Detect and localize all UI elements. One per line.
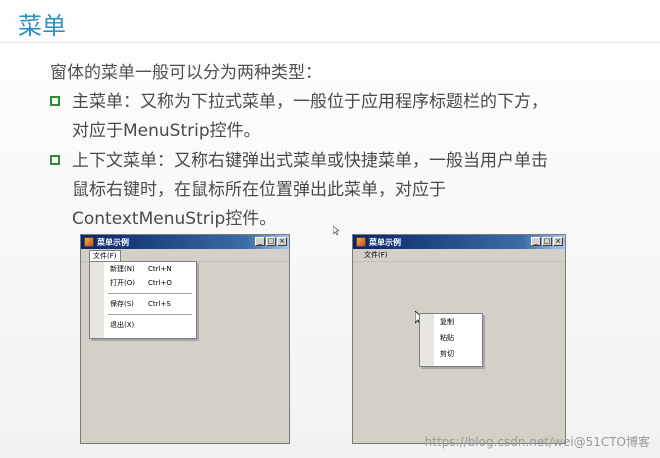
app-icon [84, 237, 94, 247]
minimize-button[interactable]: _ [531, 237, 541, 246]
menu-item-shortcut: Ctrl+S [148, 300, 171, 308]
maximize-button[interactable]: □ [542, 237, 552, 246]
menu-item-label: 打开(O) [110, 279, 135, 287]
window-title: 菜单示例 [97, 237, 129, 247]
maximize-button[interactable]: □ [266, 237, 276, 246]
bullet-box-icon [50, 96, 60, 106]
context-menu: 复制 粘贴 剪切 [419, 313, 483, 367]
bullet-text: 对应于MenuStrip控件。 [72, 121, 261, 141]
menu-item-open[interactable]: 打开(O) Ctrl+O [90, 276, 196, 290]
bullet-text: 主菜单：又称为下拉式菜单，一般位于应用程序标题栏的下方， [72, 92, 548, 112]
menu-item-label: 退出(X) [110, 321, 135, 329]
menu-item-label: 保存(S) [110, 300, 134, 308]
window-controls: _ □ × [531, 237, 563, 246]
main-menu-window: 菜单示例 _ □ × 文件(F) 新建(N) Ctrl+N 打开(O) Ctrl… [80, 234, 290, 444]
menu-separator [108, 314, 192, 315]
menu-file[interactable]: 文件(F) [361, 250, 391, 260]
menu-gutter [420, 314, 434, 366]
minimize-button[interactable]: _ [255, 237, 265, 246]
window-titlebar[interactable]: 菜单示例 _ □ × [353, 235, 565, 249]
menu-item-label: 新建(N) [110, 265, 135, 273]
close-button[interactable]: × [277, 237, 287, 246]
context-menu-window: 菜单示例 _ □ × 文件(F) 复制 粘贴 剪切 [352, 234, 566, 444]
menu-separator [108, 293, 192, 294]
bullet-text: 上下文菜单：又称右键弹出式菜单或快捷菜单，一般当用户单击 [72, 151, 548, 171]
mouse-pointer-icon [333, 226, 339, 235]
window-titlebar[interactable]: 菜单示例 _ □ × [81, 235, 289, 249]
slide-title: 菜单 [18, 12, 66, 40]
intro-text: 窗体的菜单一般可以分为两种类型： [50, 63, 322, 83]
menu-bar: 文件(F) [353, 249, 565, 262]
watermark: https://blog.csdn.net/wei@51CTO博客 [424, 435, 650, 449]
bullet-main-menu: 主菜单：又称为下拉式菜单，一般位于应用程序标题栏的下方， 对应于MenuStri… [50, 88, 640, 146]
bullet-box-icon [50, 155, 60, 165]
bullet-text: 鼠标右键时，在鼠标所在位置弹出此菜单，对应于 [72, 180, 446, 200]
window-controls: _ □ × [255, 237, 287, 246]
file-dropdown-menu: 新建(N) Ctrl+N 打开(O) Ctrl+O 保存(S) Ctrl+S 退… [89, 261, 197, 339]
menu-file[interactable]: 文件(F) [89, 249, 121, 261]
bullet-context-menu: 上下文菜单：又称右键弹出式菜单或快捷菜单，一般当用户单击 鼠标右键时，在鼠标所在… [50, 147, 640, 234]
slide: 菜单 窗体的菜单一般可以分为两种类型： 主菜单：又称为下拉式菜单，一般位于应用程… [0, 0, 660, 458]
menu-item-shortcut: Ctrl+O [148, 279, 172, 287]
window-title: 菜单示例 [369, 237, 401, 247]
title-divider [0, 42, 660, 43]
menu-item-shortcut: Ctrl+N [148, 265, 172, 273]
menu-item-exit[interactable]: 退出(X) [90, 318, 196, 332]
menu-item-new[interactable]: 新建(N) Ctrl+N [90, 262, 196, 276]
close-button[interactable]: × [553, 237, 563, 246]
menu-item-save[interactable]: 保存(S) Ctrl+S [90, 297, 196, 311]
app-icon [356, 237, 366, 247]
bullet-text: ContextMenuStrip控件。 [72, 209, 277, 229]
